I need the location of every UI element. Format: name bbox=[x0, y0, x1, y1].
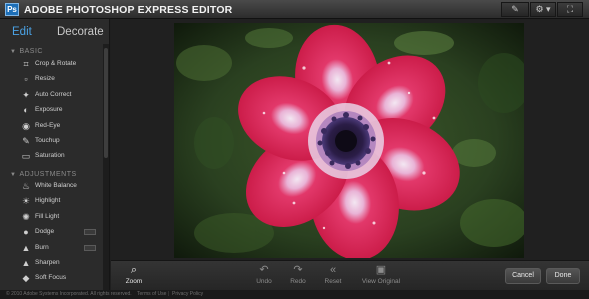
tool-label: Sharpen bbox=[35, 259, 60, 266]
tool-label: Exposure bbox=[35, 106, 63, 114]
privacy-link[interactable]: Privacy Policy bbox=[172, 291, 203, 297]
zoom-button[interactable]: ⌕ Zoom bbox=[111, 263, 157, 289]
tool-label: Red-Eye bbox=[35, 121, 61, 129]
tool-dodge[interactable]: ● Dodge bbox=[0, 225, 102, 240]
magnifier-icon: ⌕ bbox=[130, 264, 138, 276]
tool-label: White Balance bbox=[35, 182, 77, 189]
tool-label: Saturation bbox=[35, 152, 65, 160]
compare-icon: ▣ bbox=[375, 264, 387, 276]
tool-touchup[interactable]: ✎ Touchup bbox=[0, 134, 102, 149]
thermometer-icon: ♨ bbox=[21, 181, 31, 191]
tool-fill-light[interactable]: ✺ Fill Light bbox=[0, 210, 102, 225]
copyright-text: © 2010 Adobe Systems Incorporated. All r… bbox=[6, 291, 132, 297]
tool-label: Auto Correct bbox=[35, 90, 72, 98]
footer-separator: | bbox=[168, 291, 170, 297]
photoshop-logo-icon: Ps bbox=[5, 3, 19, 16]
photo-preview[interactable] bbox=[174, 23, 524, 258]
fullscreen-icon[interactable]: ⛶ bbox=[557, 2, 583, 17]
fill-light-icon: ✺ bbox=[22, 211, 30, 222]
sidebar-scrollbar[interactable] bbox=[103, 44, 109, 290]
tool-label: Soft Focus bbox=[35, 274, 67, 282]
resize-icon: ▫ bbox=[24, 74, 28, 85]
app-title: ADOBE PHOTOSHOP EXPRESS EDITOR bbox=[24, 4, 233, 16]
wand-icon: ✦ bbox=[22, 89, 30, 100]
brush-tool-icon[interactable]: ✎ bbox=[501, 2, 529, 17]
title-bar: Ps ADOBE PHOTOSHOP EXPRESS EDITOR ✎ ⚙ ▾ … bbox=[0, 0, 589, 19]
flower-photo bbox=[174, 23, 524, 258]
tool-label: Touchup bbox=[35, 137, 60, 144]
brush-size-icon[interactable] bbox=[84, 229, 96, 236]
tab-edit[interactable]: Edit bbox=[12, 26, 32, 38]
tool-label: Dodge bbox=[35, 228, 55, 236]
cancel-button[interactable]: Cancel bbox=[505, 268, 541, 284]
collapse-triangle-icon: ▼ bbox=[10, 49, 17, 55]
tool-crop-rotate[interactable]: ⌗ Crop & Rotate bbox=[0, 57, 102, 72]
section-adjustments[interactable]: ▼ ADJUSTMENTS bbox=[10, 171, 77, 178]
reset-button[interactable]: « Reset bbox=[310, 263, 356, 289]
exposure-icon: ◐ bbox=[23, 105, 29, 116]
brush-size-icon[interactable] bbox=[84, 244, 96, 251]
tool-label: Fill Light bbox=[35, 212, 60, 220]
tool-soft-focus[interactable]: ◆ Soft Focus bbox=[0, 271, 102, 286]
tool-sharpen[interactable]: ▲ Sharpen bbox=[0, 256, 102, 271]
bulb-icon: ☀ bbox=[21, 196, 31, 207]
titlebar-controls: ✎ ⚙ ▾ ⛶ bbox=[501, 2, 583, 17]
terms-link[interactable]: Terms of Use bbox=[137, 291, 166, 297]
reset-icon: « bbox=[329, 264, 337, 276]
collapse-triangle-icon: ▼ bbox=[10, 172, 17, 178]
canvas-area bbox=[111, 19, 589, 260]
tab-decorate[interactable]: Decorate bbox=[57, 26, 104, 38]
bottom-toolbar: ⌕ Zoom ↶ Undo ↷ Redo « Reset ▣ View Orig… bbox=[111, 260, 589, 290]
tool-highlight[interactable]: ☀ Highlight bbox=[0, 194, 102, 209]
drop-icon: ◆ bbox=[22, 273, 30, 284]
scrollbar-thumb[interactable] bbox=[104, 48, 108, 158]
tool-label: Burn bbox=[35, 243, 49, 251]
tool-sidebar: Edit Decorate ▼ BASIC ⌗ Crop & Rotate ▫ Resi… bbox=[0, 19, 110, 290]
tool-auto-correct[interactable]: ✦ Auto Correct bbox=[0, 88, 102, 103]
done-button[interactable]: Done bbox=[546, 268, 580, 284]
tool-resize[interactable]: ▫ Resize bbox=[0, 72, 102, 87]
sharpen-icon: ▲ bbox=[21, 258, 31, 268]
tool-burn[interactable]: ▲ Burn bbox=[0, 241, 102, 256]
gear-menu-icon[interactable]: ⚙ ▾ bbox=[530, 2, 556, 17]
tool-label: Resize bbox=[35, 75, 55, 83]
tool-exposure[interactable]: ◐ Exposure bbox=[0, 103, 102, 118]
tool-red-eye[interactable]: ◉ Red-Eye bbox=[0, 119, 102, 134]
tool-white-balance[interactable]: ♨ White Balance bbox=[0, 179, 102, 194]
dodge-icon: ● bbox=[23, 227, 29, 238]
view-original-button[interactable]: ▣ View Original bbox=[352, 263, 410, 289]
tool-saturation[interactable]: ▭ Saturation bbox=[0, 149, 102, 164]
footer: © 2010 Adobe Systems Incorporated. All r… bbox=[0, 290, 589, 299]
eye-icon: ◉ bbox=[22, 120, 30, 131]
saturation-icon: ▭ bbox=[21, 151, 31, 162]
crop-icon: ⌗ bbox=[23, 59, 29, 69]
section-basic[interactable]: ▼ BASIC bbox=[10, 48, 43, 55]
tool-label: Crop & Rotate bbox=[35, 60, 77, 67]
touchup-icon: ✎ bbox=[22, 136, 30, 146]
burn-icon: ▲ bbox=[21, 242, 31, 253]
tool-label: Highlight bbox=[35, 197, 61, 205]
